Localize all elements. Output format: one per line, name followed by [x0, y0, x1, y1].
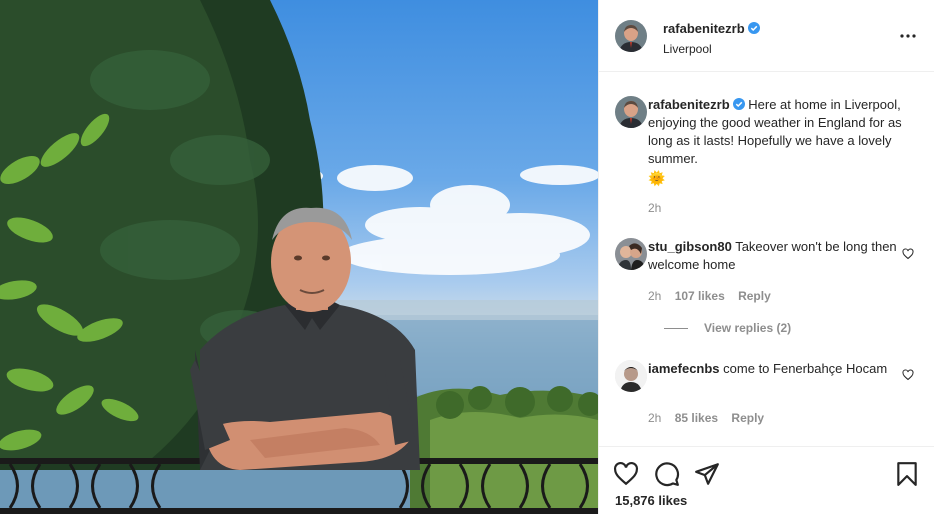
comment-time[interactable]: 2h: [648, 289, 661, 303]
author-username[interactable]: rafabenitezrb: [663, 21, 745, 36]
comment-bubble-icon[interactable]: [654, 461, 680, 487]
view-replies-line: [664, 328, 688, 330]
comment-username[interactable]: iamefecnbs: [648, 361, 720, 376]
caption-avatar[interactable]: [615, 96, 647, 128]
caption-time[interactable]: 2h: [648, 201, 661, 215]
post-photo[interactable]: [0, 0, 598, 514]
caption-text-block: rafabenitezrb Here at home in Liverpool,…: [648, 96, 902, 187]
likes-count[interactable]: 15,876 likes: [615, 493, 687, 508]
comment-avatar[interactable]: [615, 238, 647, 270]
caption-username[interactable]: rafabenitezrb: [648, 97, 730, 112]
comment-reply-button[interactable]: Reply: [731, 411, 764, 425]
sun-emoji: 🌞: [648, 170, 666, 186]
comment-username[interactable]: stu_gibson80: [648, 239, 732, 254]
view-replies-label: View replies (2): [704, 321, 792, 335]
photo-scene: [0, 0, 598, 514]
view-replies-button[interactable]: View replies (2): [664, 321, 791, 335]
post-location[interactable]: Liverpool: [663, 42, 760, 56]
caption-meta: 2h: [648, 201, 671, 215]
heart-icon[interactable]: [613, 461, 639, 487]
profile-photo-icon: [615, 360, 647, 392]
more-options-button[interactable]: [898, 26, 918, 46]
comment-text: come to Fenerbahçe Hocam: [723, 361, 888, 376]
post-header: rafabenitezrb Liverpool: [599, 0, 934, 72]
author-info: rafabenitezrb Liverpool: [663, 20, 760, 56]
comment-likes[interactable]: 85 likes: [675, 411, 718, 425]
verified-badge-icon: [732, 98, 745, 110]
verified-badge-icon: [747, 22, 760, 34]
comment-reply-button[interactable]: Reply: [738, 289, 771, 303]
comment-meta: 2h 107 likes Reply: [648, 289, 781, 303]
more-options-icon: [900, 34, 916, 38]
comment-avatar[interactable]: [615, 360, 647, 392]
paper-plane-icon[interactable]: [694, 461, 720, 487]
comment-time[interactable]: 2h: [648, 411, 661, 425]
author-avatar[interactable]: [615, 20, 647, 52]
comment-like-heart-icon[interactable]: [902, 369, 914, 381]
comment-text-block: iamefecnbs come to Fenerbahçe Hocam: [648, 360, 902, 378]
bookmark-icon[interactable]: [894, 461, 920, 487]
comment-like-heart-icon[interactable]: [902, 248, 914, 260]
profile-photo-icon: [615, 20, 647, 52]
post-side-panel: rafabenitezrb Liverpool rafabenitezrb He…: [598, 0, 934, 514]
comment-meta: 2h 85 likes Reply: [648, 411, 774, 425]
comment-text-block: stu_gibson80 Takeover won't be long then…: [648, 238, 902, 274]
instagram-post: rafabenitezrb Liverpool rafabenitezrb He…: [0, 0, 934, 514]
profile-photo-icon: [615, 238, 647, 270]
comment-likes[interactable]: 107 likes: [675, 289, 725, 303]
profile-photo-icon: [615, 96, 647, 128]
